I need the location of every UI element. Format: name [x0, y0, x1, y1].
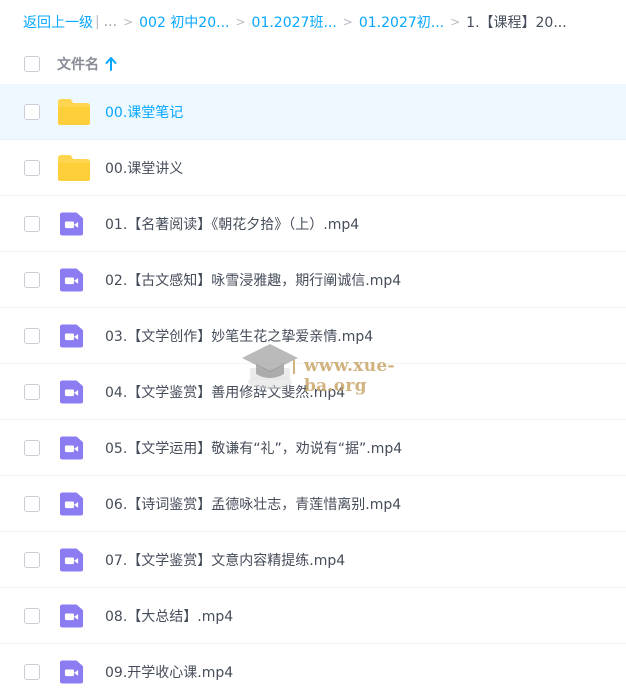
- video-file-row[interactable]: 07.【文学鉴赏】文意内容精提练.mp4: [0, 532, 626, 588]
- video-file-icon: [60, 604, 84, 628]
- row-checkbox[interactable]: [24, 664, 40, 680]
- row-checkbox[interactable]: [24, 272, 40, 288]
- file-name[interactable]: 05.【文学运用】敬谦有“礼”，劝说有“据”.mp4: [105, 438, 402, 458]
- sort-ascending-icon: [105, 57, 117, 71]
- file-name[interactable]: 00.课堂讲义: [105, 158, 183, 178]
- file-browser: 返回上一级 | ... > 002 初中20... > 01.2027班... …: [0, 0, 626, 690]
- name-column-header[interactable]: 文件名: [57, 54, 117, 74]
- video-file-row[interactable]: 05.【文学运用】敬谦有“礼”，劝说有“据”.mp4: [0, 420, 626, 476]
- breadcrumb-divider: |: [95, 14, 100, 30]
- file-name[interactable]: 08.【大总结】.mp4: [105, 606, 233, 626]
- row-checkbox[interactable]: [24, 440, 40, 456]
- row-checkbox[interactable]: [24, 160, 40, 176]
- breadcrumb-current: 1.【课程】20...: [466, 15, 567, 31]
- row-checkbox[interactable]: [24, 384, 40, 400]
- list-header: 文件名: [0, 44, 626, 84]
- video-file-icon: [60, 436, 84, 460]
- file-name[interactable]: 09.开学收心课.mp4: [105, 662, 233, 682]
- file-name[interactable]: 02.【古文感知】咏雪浸雅趣，期行阐诚信.mp4: [105, 270, 401, 290]
- row-checkbox[interactable]: [24, 328, 40, 344]
- back-link[interactable]: 返回上一级: [23, 12, 93, 32]
- video-file-icon: [60, 212, 84, 236]
- video-file-icon: [60, 660, 84, 684]
- video-file-icon: [60, 324, 84, 348]
- video-file-row[interactable]: 06.【诗词鉴赏】孟德咏壮志，青莲惜离别.mp4: [0, 476, 626, 532]
- breadcrumb: 返回上一级 | ... > 002 初中20... > 01.2027班... …: [0, 0, 626, 44]
- file-name[interactable]: 07.【文学鉴赏】文意内容精提练.mp4: [105, 550, 345, 570]
- chevron-right-icon: >: [235, 15, 246, 29]
- video-file-row[interactable]: 09.开学收心课.mp4: [0, 644, 626, 690]
- select-all-checkbox[interactable]: [24, 56, 40, 72]
- file-name[interactable]: 06.【诗词鉴赏】孟德咏壮志，青莲惜离别.mp4: [105, 494, 401, 514]
- row-checkbox[interactable]: [24, 496, 40, 512]
- row-checkbox[interactable]: [24, 552, 40, 568]
- chevron-right-icon: >: [342, 15, 353, 29]
- breadcrumb-item-2[interactable]: 01.2027班...: [252, 12, 337, 32]
- video-file-row[interactable]: 02.【古文感知】咏雪浸雅趣，期行阐诚信.mp4: [0, 252, 626, 308]
- file-name[interactable]: 00.课堂笔记: [105, 102, 183, 122]
- video-file-row[interactable]: 01.【名著阅读】《朝花夕拾》（上）.mp4: [0, 196, 626, 252]
- video-file-icon: [60, 268, 84, 292]
- file-list: 00.课堂笔记 00.课堂讲义 01.【名著阅读】《朝花夕拾》（上）.mp4 0…: [0, 84, 626, 690]
- file-name[interactable]: 01.【名著阅读】《朝花夕拾》（上）.mp4: [105, 214, 359, 234]
- folder-icon: [58, 99, 90, 125]
- file-name[interactable]: 04.【文学鉴赏】善用修辞文斐然.mp4: [105, 382, 345, 402]
- breadcrumb-ellipsis[interactable]: ...: [104, 14, 117, 30]
- video-file-row[interactable]: 08.【大总结】.mp4: [0, 588, 626, 644]
- file-name[interactable]: 03.【文学创作】妙笔生花之挚爱亲情.mp4: [105, 326, 373, 346]
- name-column-label: 文件名: [57, 57, 99, 73]
- chevron-right-icon: >: [123, 15, 134, 29]
- video-file-row[interactable]: 04.【文学鉴赏】善用修辞文斐然.mp4: [0, 364, 626, 420]
- video-file-icon: [60, 492, 84, 516]
- breadcrumb-item-1[interactable]: 002 初中20...: [139, 12, 229, 32]
- chevron-right-icon: >: [450, 15, 461, 29]
- folder-row[interactable]: 00.课堂讲义: [0, 140, 626, 196]
- video-file-row[interactable]: 03.【文学创作】妙笔生花之挚爱亲情.mp4: [0, 308, 626, 364]
- video-file-icon: [60, 380, 84, 404]
- breadcrumb-item-3[interactable]: 01.2027初...: [359, 12, 444, 32]
- video-file-icon: [60, 548, 84, 572]
- folder-row[interactable]: 00.课堂笔记: [0, 84, 626, 140]
- row-checkbox[interactable]: [24, 104, 40, 120]
- row-checkbox[interactable]: [24, 216, 40, 232]
- folder-icon: [58, 155, 90, 181]
- row-checkbox[interactable]: [24, 608, 40, 624]
